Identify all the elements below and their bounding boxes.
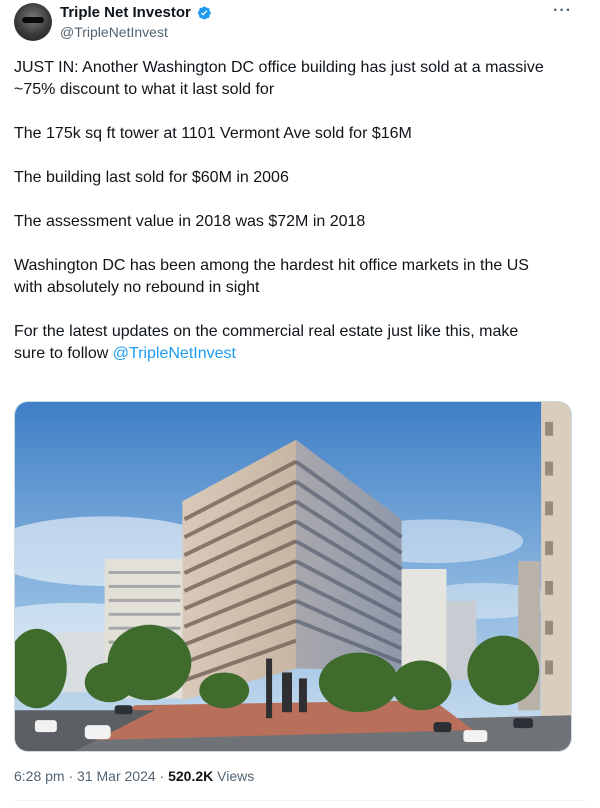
tweet-paragraph-1: JUST IN: Another Washington DC office bu… <box>14 59 544 98</box>
tweet-paragraph-4: The assessment value in 2018 was $72M in… <box>14 213 366 230</box>
tweet-text: JUST IN: Another Washington DC office bu… <box>14 57 574 387</box>
meta-separator-2: · <box>155 768 169 784</box>
author-name-row: Triple Net Investor <box>60 4 212 21</box>
more-options-icon[interactable]: ··· <box>553 2 572 20</box>
divider <box>14 800 586 801</box>
tweet-date[interactable]: 31 Mar 2024 <box>77 768 156 784</box>
verified-badge-icon <box>196 5 212 21</box>
tweet-time[interactable]: 6:28 pm <box>14 768 65 784</box>
views-count: 520.2K <box>168 768 214 784</box>
meta-separator: · <box>64 768 78 784</box>
tweet-paragraph-5: Washington DC has been among the hardest… <box>14 257 529 296</box>
tweet-paragraph-6-text: For the latest updates on the commercial… <box>14 323 519 362</box>
tweet-paragraph-3: The building last sold for $60M in 2006 <box>14 169 289 186</box>
author-handle[interactable]: @TripleNetInvest <box>60 24 168 40</box>
author-display-name[interactable]: Triple Net Investor <box>60 4 191 21</box>
tweet: Triple Net Investor @TripleNetInvest ···… <box>0 0 600 808</box>
tweet-paragraph-2: The 175k sq ft tower at 1101 Vermont Ave… <box>14 125 412 142</box>
avatar[interactable] <box>14 3 52 41</box>
tweet-paragraph-6: For the latest updates on the commercial… <box>14 321 574 365</box>
tweet-meta: 6:28 pm · 31 Mar 2024 · 520.2K Views <box>14 768 254 784</box>
tweet-photo[interactable] <box>14 401 572 752</box>
mention-link[interactable]: @TripleNetInvest <box>113 345 236 362</box>
views-label: Views <box>213 768 255 784</box>
